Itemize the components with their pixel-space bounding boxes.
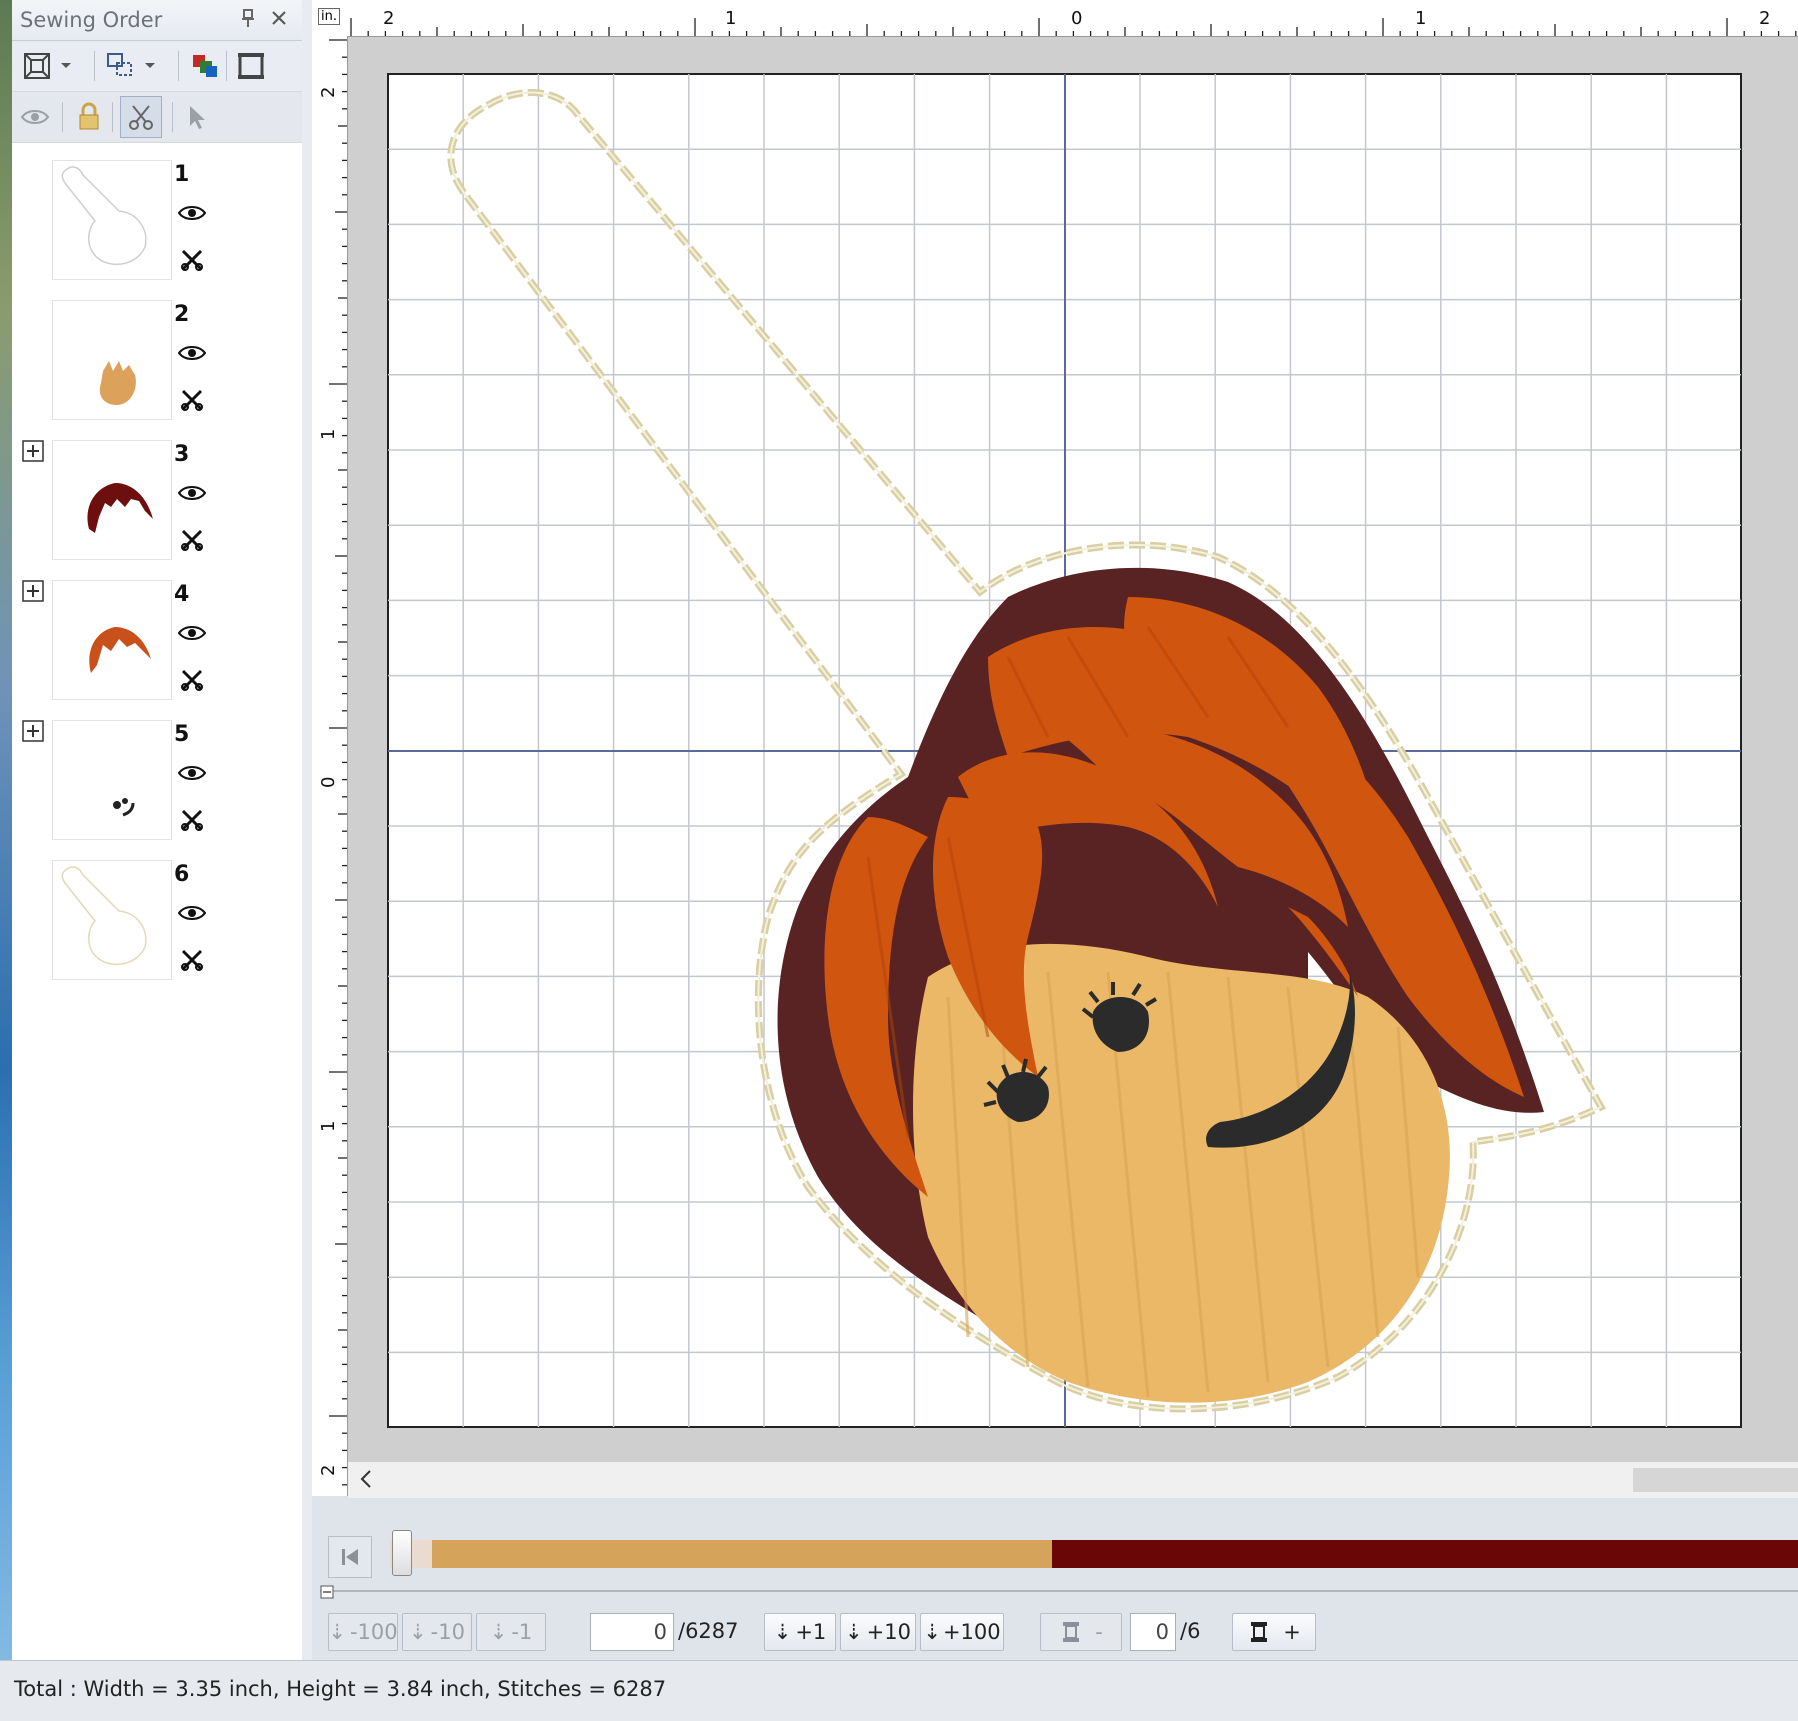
go-to-start-button[interactable] bbox=[328, 1536, 372, 1578]
ruler-left-label: 1 bbox=[318, 429, 339, 440]
ruler-left-label: 2 bbox=[318, 87, 339, 98]
group-objects-icon[interactable] bbox=[104, 49, 138, 83]
layer-number: 1 bbox=[174, 162, 190, 187]
slider-track bbox=[320, 1590, 1798, 1592]
eye-icon[interactable] bbox=[177, 764, 207, 786]
current-color-field[interactable]: 0 bbox=[1130, 1613, 1176, 1651]
hoop-icon[interactable] bbox=[234, 49, 268, 83]
scissors-icon[interactable] bbox=[180, 388, 204, 416]
stitch-bar-segment bbox=[432, 1540, 1052, 1568]
design-canvas[interactable] bbox=[348, 37, 1798, 1462]
minus-100-stitch-button[interactable]: ⇣ -100 bbox=[328, 1613, 398, 1651]
layer-row-5[interactable]: 5 bbox=[12, 720, 302, 860]
eye-icon[interactable] bbox=[177, 624, 207, 646]
layer-row-2[interactable]: 2 bbox=[12, 300, 302, 440]
status-text: Total : Width = 3.35 inch, Height = 3.84… bbox=[14, 1677, 667, 1701]
panel-header: Sewing Order bbox=[12, 0, 302, 41]
expand-icon[interactable] bbox=[22, 580, 44, 602]
plus-1-stitch-button[interactable]: ⇣ +1 bbox=[764, 1613, 836, 1651]
lock-icon[interactable] bbox=[72, 100, 106, 134]
ruler-left-label: 2 bbox=[318, 1465, 339, 1476]
layer-number: 3 bbox=[174, 442, 190, 467]
expand-icon[interactable] bbox=[22, 440, 44, 462]
eye-icon[interactable] bbox=[177, 204, 207, 226]
next-color-button[interactable]: + bbox=[1232, 1613, 1316, 1651]
ruler-top-label: 0 bbox=[1071, 8, 1082, 29]
stitch-bar-segment bbox=[1051, 1540, 1798, 1568]
stitch-color-bar[interactable] bbox=[390, 1540, 1798, 1568]
expand-icon[interactable] bbox=[22, 720, 44, 742]
layer-number: 2 bbox=[174, 302, 190, 327]
select-arrow-icon[interactable] bbox=[180, 100, 214, 134]
panel-title: Sewing Order bbox=[20, 8, 163, 32]
color-order-icon[interactable] bbox=[188, 49, 222, 83]
layer-thumbnail[interactable] bbox=[52, 440, 172, 560]
status-bar: Total : Width = 3.35 inch, Height = 3.84… bbox=[0, 1660, 1798, 1721]
minus-10-stitch-button[interactable]: ⇣ -10 bbox=[402, 1613, 472, 1651]
layer-thumbnail[interactable] bbox=[52, 580, 172, 700]
scroll-left-icon[interactable] bbox=[356, 1466, 376, 1496]
ruler-top: 2 1 0 1 2 bbox=[347, 0, 1798, 37]
eye-icon[interactable] bbox=[177, 484, 207, 506]
panel-splitter[interactable] bbox=[302, 0, 312, 1660]
layer-number: 5 bbox=[174, 722, 190, 747]
layer-number: 4 bbox=[174, 582, 190, 607]
horizontal-scrollbar[interactable] bbox=[348, 1462, 1798, 1498]
ruler-top-label: 1 bbox=[725, 8, 736, 29]
layer-thumbnail[interactable] bbox=[52, 860, 172, 980]
scissors-icon[interactable] bbox=[180, 528, 204, 556]
scissors-icon[interactable] bbox=[180, 668, 204, 696]
desktop-background bbox=[0, 0, 12, 1720]
total-colors-label: /6 bbox=[1180, 1619, 1201, 1643]
eye-icon[interactable] bbox=[177, 344, 207, 366]
collapse-icon[interactable] bbox=[320, 1584, 334, 1603]
chevron-down-icon[interactable] bbox=[56, 49, 76, 83]
scissors-icon[interactable] bbox=[180, 248, 204, 276]
sewing-order-panel: Sewing Order 1 2 3 4 5 6 bbox=[12, 0, 302, 1660]
fit-view-icon[interactable] bbox=[20, 49, 54, 83]
panel-toolbar-2 bbox=[12, 92, 302, 143]
thread-spool-icon bbox=[1251, 1622, 1268, 1642]
layer-row-6[interactable]: 6 bbox=[12, 860, 302, 1000]
pin-icon[interactable] bbox=[240, 8, 256, 33]
minus-1-stitch-button[interactable]: ⇣ -1 bbox=[476, 1613, 546, 1651]
close-icon[interactable] bbox=[270, 8, 288, 32]
ruler-top-label: 2 bbox=[383, 8, 394, 29]
scissors-icon[interactable] bbox=[180, 808, 204, 836]
scissors-icon[interactable] bbox=[180, 948, 204, 976]
layer-number: 6 bbox=[174, 862, 190, 887]
trim-scissors-icon[interactable] bbox=[120, 96, 162, 138]
stitch-slider-handle[interactable] bbox=[392, 1530, 412, 1576]
stitch-simulator: ⇣ -100 ⇣ -10 ⇣ -1 0 /6287 ⇣ +1 ⇣ +10 ⇣ +100 - … bbox=[312, 1498, 1798, 1660]
thread-spool-icon bbox=[1063, 1622, 1080, 1642]
previous-color-button[interactable]: - bbox=[1040, 1613, 1122, 1651]
eye-icon[interactable] bbox=[18, 100, 52, 134]
layer-thumbnail[interactable] bbox=[52, 720, 172, 840]
eye-icon[interactable] bbox=[177, 904, 207, 926]
ruler-left: 2 1 0 1 2 bbox=[312, 36, 348, 1496]
scroll-thumb[interactable] bbox=[1633, 1468, 1798, 1492]
layer-thumbnail[interactable] bbox=[52, 160, 172, 280]
layer-thumbnail[interactable] bbox=[52, 300, 172, 420]
layer-row-3[interactable]: 3 bbox=[12, 440, 302, 580]
ruler-top-label: 2 bbox=[1759, 8, 1770, 29]
total-stitches-label: /6287 bbox=[678, 1619, 739, 1643]
current-stitch-field[interactable]: 0 bbox=[590, 1613, 674, 1651]
layer-row-4[interactable]: 4 bbox=[12, 580, 302, 720]
panel-toolbar-1 bbox=[12, 41, 302, 92]
chevron-down-icon[interactable] bbox=[140, 49, 160, 83]
ruler-unit: in. bbox=[312, 0, 348, 37]
ruler-left-label: 1 bbox=[318, 1121, 339, 1132]
layer-row-1[interactable]: 1 bbox=[12, 160, 302, 300]
plus-100-stitch-button[interactable]: ⇣ +100 bbox=[920, 1613, 1004, 1651]
plus-10-stitch-button[interactable]: ⇣ +10 bbox=[840, 1613, 916, 1651]
ruler-left-label: 0 bbox=[318, 777, 339, 788]
ruler-top-label: 1 bbox=[1415, 8, 1426, 29]
